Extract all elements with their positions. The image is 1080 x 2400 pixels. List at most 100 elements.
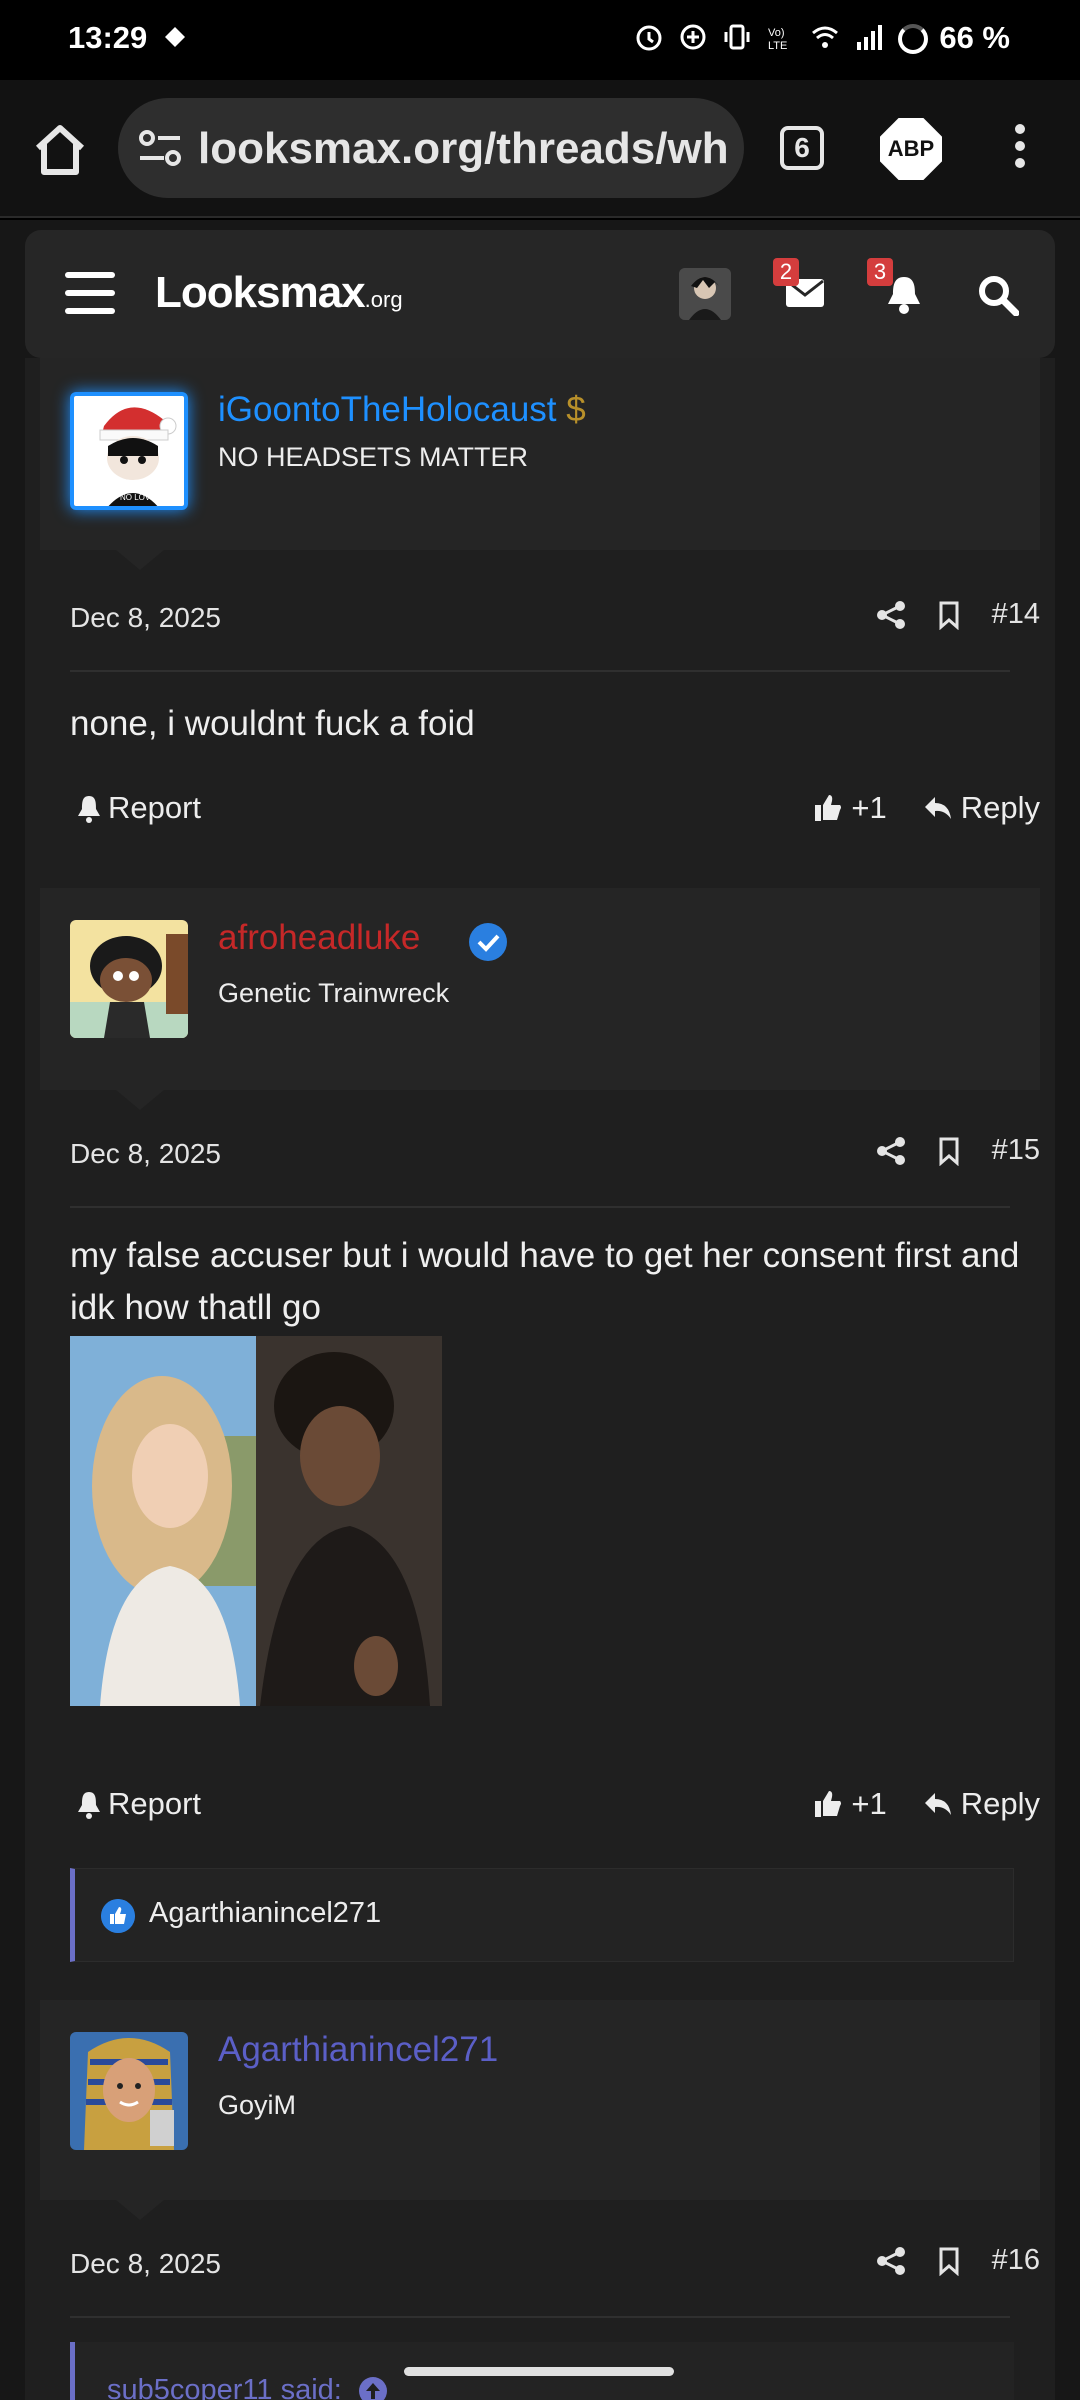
bookmark-icon[interactable]	[934, 2246, 964, 2276]
post-user-block: Agarthianincel271 GoyiM	[40, 2000, 1040, 2200]
svg-text:LTE: LTE	[768, 40, 787, 52]
post-user-block: NO LOVE iGoontoTheHolocaust $ NO HEADSET…	[40, 358, 1040, 550]
post-meta-actions: #16	[876, 2244, 1040, 2277]
jump-to-quote-icon[interactable]	[358, 2376, 388, 2400]
like-button[interactable]: +1	[813, 1786, 887, 1822]
user-title: GoyiM	[218, 2090, 297, 2120]
home-icon[interactable]	[30, 120, 90, 180]
post-number[interactable]: #14	[992, 598, 1040, 631]
bookmark-icon[interactable]	[934, 600, 964, 630]
post-footer-actions: +1 Reply	[813, 790, 1040, 826]
divider	[70, 670, 1010, 672]
battery-icon	[898, 24, 928, 54]
notification-diamond-icon	[165, 27, 185, 47]
username-text: afroheadluke	[218, 918, 421, 957]
post-footer-actions: +1 Reply	[813, 1786, 1040, 1822]
vibrate-icon	[724, 24, 750, 50]
user-title: Genetic Trainwreck	[218, 978, 450, 1008]
post-image[interactable]	[70, 1336, 442, 1706]
alerts-badge: 3	[867, 258, 893, 286]
share-icon[interactable]	[876, 1136, 906, 1166]
post-date[interactable]: Dec 8, 2025	[70, 2248, 221, 2280]
data-saver-icon	[680, 24, 706, 50]
alarm-icon	[636, 25, 662, 51]
report-button[interactable]: Report	[74, 1786, 201, 1822]
report-label: Report	[108, 790, 202, 825]
reactions-bar[interactable]: Agarthianincel271	[70, 1868, 1014, 1962]
post-number[interactable]: #16	[992, 2244, 1040, 2277]
post-user-block: afroheadluke Genetic Trainwreck	[40, 888, 1040, 1090]
verified-badge-icon	[469, 923, 507, 961]
reply-label: Reply	[960, 1786, 1040, 1821]
quote-author[interactable]: sub5coper11 said:	[107, 2374, 388, 2400]
user-block-pointer	[116, 550, 164, 570]
adblock-button[interactable]: ABP	[880, 118, 942, 180]
quote-author-text: sub5coper11 said:	[107, 2374, 342, 2400]
share-icon[interactable]	[876, 2246, 906, 2276]
address-bar[interactable]: looksmax.org/threads/wh	[118, 98, 744, 198]
post-date[interactable]: Dec 8, 2025	[70, 1138, 221, 1170]
tab-switcher-button[interactable]: 6	[780, 126, 824, 170]
report-label: Report	[108, 1786, 202, 1821]
post-date[interactable]: Dec 8, 2025	[70, 602, 221, 634]
reply-button[interactable]: Reply	[923, 790, 1040, 826]
share-icon[interactable]	[876, 600, 906, 630]
url-text: looksmax.org/threads/wh	[198, 124, 729, 173]
site-settings-icon[interactable]	[138, 128, 182, 168]
like-button[interactable]: +1	[813, 790, 887, 826]
user-block-pointer	[116, 1090, 164, 1110]
dollar-badge-icon: $	[566, 390, 586, 429]
gesture-bar[interactable]	[404, 2367, 674, 2376]
hamburger-menu-icon[interactable]	[65, 272, 115, 314]
username[interactable]: afroheadluke	[218, 918, 420, 958]
post-body: none, i wouldnt fuck a foid	[70, 704, 475, 743]
username-text: iGoontoTheHolocaust	[218, 390, 557, 429]
status-bar: 13:29 Vo) LTE 66 %	[0, 0, 1080, 80]
username-text: Agarthianincel271	[218, 2030, 499, 2069]
like-reaction-icon	[101, 1899, 135, 1933]
logo-suffix: .org	[364, 287, 403, 312]
browser-menu-icon[interactable]	[1010, 124, 1030, 178]
status-time: 13:29	[68, 20, 148, 55]
search-icon[interactable]	[977, 274, 1019, 316]
avatar[interactable]	[70, 920, 188, 1038]
battery-level: 66 %	[939, 20, 1010, 55]
post-body: my false accuser but i would have to get…	[70, 1236, 1020, 1327]
svg-text:Vo): Vo)	[768, 27, 785, 39]
status-icons: Vo) LTE	[634, 22, 884, 52]
wifi-icon	[812, 26, 838, 48]
report-button[interactable]: Report	[74, 790, 201, 826]
post: NO LOVE iGoontoTheHolocaust $ NO HEADSET…	[40, 358, 1040, 888]
bookmark-icon[interactable]	[934, 1136, 964, 1166]
post: Agarthianincel271 GoyiM Dec 8, 2025 #16 …	[40, 2000, 1040, 2400]
logo-main: Looksmax	[155, 268, 366, 317]
user-block-pointer	[116, 2200, 164, 2220]
post-meta-actions: #14	[876, 598, 1040, 631]
divider	[70, 2316, 1010, 2318]
like-count: +1	[851, 1786, 887, 1821]
post-meta-actions: #15	[876, 1134, 1040, 1167]
reactions-text: Agarthianincel271	[149, 1897, 382, 1929]
signal-icon	[857, 25, 882, 50]
avatar[interactable]	[70, 2032, 188, 2150]
site-header: Looksmax.org 2 3	[25, 230, 1055, 358]
post-number[interactable]: #15	[992, 1134, 1040, 1167]
page: Looksmax.org 2 3 NO LOVE iGoontoTheHoloc…	[0, 220, 1080, 2400]
thumbs-up-icon	[815, 795, 842, 821]
volte-icon: Vo)LTE	[768, 27, 787, 52]
site-logo[interactable]: Looksmax.org	[155, 268, 403, 318]
browser-toolbar: looksmax.org/threads/wh 6 ABP	[0, 80, 1080, 218]
divider	[70, 1206, 1010, 1208]
bell-icon	[78, 796, 100, 823]
user-avatar[interactable]	[679, 268, 731, 320]
like-count: +1	[851, 790, 887, 825]
avatar[interactable]: NO LOVE	[70, 392, 188, 510]
user-title: NO HEADSETS MATTER	[218, 442, 529, 472]
reply-button[interactable]: Reply	[923, 1786, 1040, 1822]
username[interactable]: Agarthianincel271	[218, 2030, 498, 2070]
username[interactable]: iGoontoTheHolocaust $	[218, 390, 586, 430]
reply-icon	[924, 1793, 951, 1815]
post: afroheadluke Genetic Trainwreck Dec 8, 2…	[40, 888, 1040, 1978]
reply-icon	[924, 797, 951, 819]
thread-content: NO LOVE iGoontoTheHolocaust $ NO HEADSET…	[25, 358, 1055, 2400]
